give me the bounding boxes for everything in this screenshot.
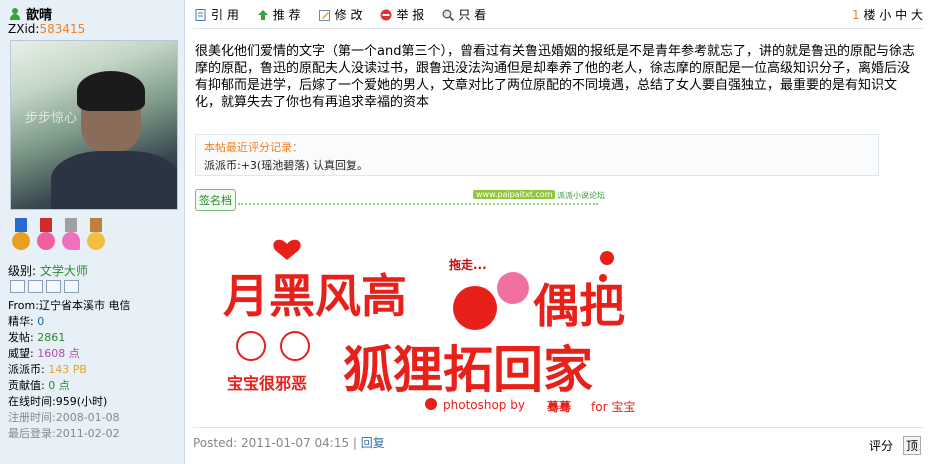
posted-time: Posted: 2011-01-07 04:15 <box>193 436 350 450</box>
post-area: 引 用 推 荐 修 改 举 报 只 看 1 楼 小 中 大 很美化他们爱情的文字… <box>185 0 933 464</box>
post-footer: Posted: 2011-01-07 04:15 | 回复 <box>193 434 385 451</box>
avatar-caption: 步步惊心 <box>25 111 78 126</box>
medals <box>10 218 107 254</box>
avatar[interactable]: 步步惊心 <box>10 40 178 210</box>
heart-icon <box>273 239 301 260</box>
fox-head-shape <box>497 272 529 304</box>
banner-line-7: 蓦蓦 <box>547 400 572 414</box>
only-view-label: 只 看 <box>458 8 487 22</box>
last-login: 最后登录:2011-02-02 <box>8 427 120 440</box>
floor-unit: 楼 <box>863 8 876 22</box>
recommend-icon <box>257 9 268 20</box>
stat-label: 威望: <box>8 347 34 360</box>
rating-title: 本帖最近评分记录： <box>204 141 303 154</box>
zxid-value: 583415 <box>39 22 86 36</box>
quote-button[interactable]: 引 用 <box>195 6 239 23</box>
stat-row: 发帖: 2861 <box>8 329 65 345</box>
toolbar-divider <box>193 28 923 29</box>
zxid: ZXid:583415 <box>8 22 85 36</box>
stat-value: 1608 点 <box>37 347 80 360</box>
stat-row: 威望: 1608 点 <box>8 345 80 361</box>
signature-banner: 月黑风高 偶把 狐狸拓回家 宝宝很邪恶 拖走... photoshop by 蓦… <box>195 218 695 418</box>
username-text[interactable]: 歆晴 <box>26 4 52 23</box>
fox-figure-shape <box>453 286 497 330</box>
stat-value: 0 点 <box>48 379 70 392</box>
banner-line-5: 拖走... <box>449 258 487 272</box>
user-action-icons <box>10 280 79 293</box>
avatar-body-shape <box>51 151 177 209</box>
report-button[interactable]: 举 报 <box>380 6 424 23</box>
banner-line-8: for 宝宝 <box>591 400 636 414</box>
edit-button[interactable]: 修 改 <box>318 6 363 23</box>
stat-value: 143 PB <box>48 363 87 376</box>
floor-number: 1 <box>851 8 860 22</box>
stat-row: 贡献值: 0 点 <box>8 377 70 393</box>
font-mid-button[interactable]: 中 <box>895 8 907 22</box>
medal-icon[interactable] <box>10 218 32 254</box>
stat-label: 派派币: <box>8 363 45 376</box>
signature-button[interactable]: 签名档 <box>195 189 236 211</box>
recommend-button[interactable]: 推 荐 <box>257 6 301 23</box>
magnifier-icon <box>442 9 455 21</box>
level-value: 文学大师 <box>39 264 88 278</box>
bear-face-icon <box>236 331 266 361</box>
quote-label: 引 用 <box>211 8 239 22</box>
stat-label: 贡献值: <box>8 379 45 392</box>
user-sidebar: 歆晴 ZXid:583415 步步惊心 级别: 文学大师 From:辽宁省本溪市… <box>0 0 185 464</box>
banner-line-6: photoshop by <box>443 398 525 412</box>
edit-icon <box>318 9 330 21</box>
profile-icon[interactable] <box>10 280 25 293</box>
stat-row: 派派币: 143 PB <box>8 361 87 377</box>
signature-url[interactable]: www.paipaitxt.com <box>473 190 556 199</box>
medal-icon[interactable] <box>85 218 107 254</box>
flower-icon <box>600 251 614 265</box>
top-button[interactable]: 顶 <box>902 436 921 455</box>
signature-divider <box>238 203 598 205</box>
mail-icon[interactable] <box>64 280 79 293</box>
register-time: 注册时间:2008-01-08 <box>8 411 120 424</box>
avatar-hair-shape <box>77 71 145 111</box>
reply-link[interactable]: 回复 <box>361 436 385 450</box>
banner-line-2: 偶把 <box>533 279 625 333</box>
edit-label: 修 改 <box>334 8 363 22</box>
floor-info: 1 楼 小 中 大 <box>852 6 923 23</box>
quote-icon <box>195 8 206 21</box>
cat-face-icon <box>280 331 310 361</box>
message-icon[interactable] <box>28 280 43 293</box>
recommend-label: 推 荐 <box>272 8 301 22</box>
username[interactable]: 歆晴 <box>10 4 52 23</box>
stat-value: 2861 <box>37 331 66 344</box>
footer-divider <box>193 427 923 428</box>
medal-icon[interactable] <box>35 218 57 254</box>
rating-box: 本帖最近评分记录： 派派币:+3(瑶池碧落) 认真回复。 <box>195 134 879 176</box>
post-content: 很美化他们爱情的文字（第一个and第三个），曾看过有关鲁迅婚姻的报纸是不是青年参… <box>195 44 915 110</box>
post-toolbar: 引 用 推 荐 修 改 举 报 只 看 <box>195 6 486 23</box>
font-big-button[interactable]: 大 <box>911 8 923 22</box>
rate-button[interactable]: 评分 <box>869 437 893 454</box>
font-small-button[interactable]: 小 <box>879 8 891 22</box>
banner-line-4: 宝宝很邪恶 <box>227 374 308 393</box>
online-time: 在线时间:959(小时) <box>8 395 108 408</box>
user-online-icon <box>10 7 20 20</box>
add-friend-icon[interactable] <box>46 280 61 293</box>
stat-label: 精华: <box>8 315 34 328</box>
stat-row: 精华: 0 <box>8 313 44 329</box>
rating-line: 派派币:+3(瑶池碧落) 认真回复。 <box>204 159 369 172</box>
footer-actions: 评分 顶 <box>869 436 921 455</box>
report-icon <box>380 9 392 20</box>
zxid-label: ZXid: <box>8 22 40 36</box>
stat-value: 0 <box>37 315 45 328</box>
signature-site: 派派小说论坛 <box>557 191 605 200</box>
only-view-button[interactable]: 只 看 <box>442 6 486 23</box>
level-label: 级别: <box>8 264 37 278</box>
medal-icon[interactable] <box>60 218 82 254</box>
user-from: From:辽宁省本溪市 电信 <box>8 299 131 312</box>
banner-line-1: 月黑风高 <box>223 269 407 323</box>
report-label: 举 报 <box>396 8 425 22</box>
user-level: 级别: 文学大师 <box>8 262 88 279</box>
stat-label: 发帖: <box>8 331 34 344</box>
footer-separator: | <box>349 436 361 450</box>
banner-line-3: 狐狸拓回家 <box>343 341 593 399</box>
